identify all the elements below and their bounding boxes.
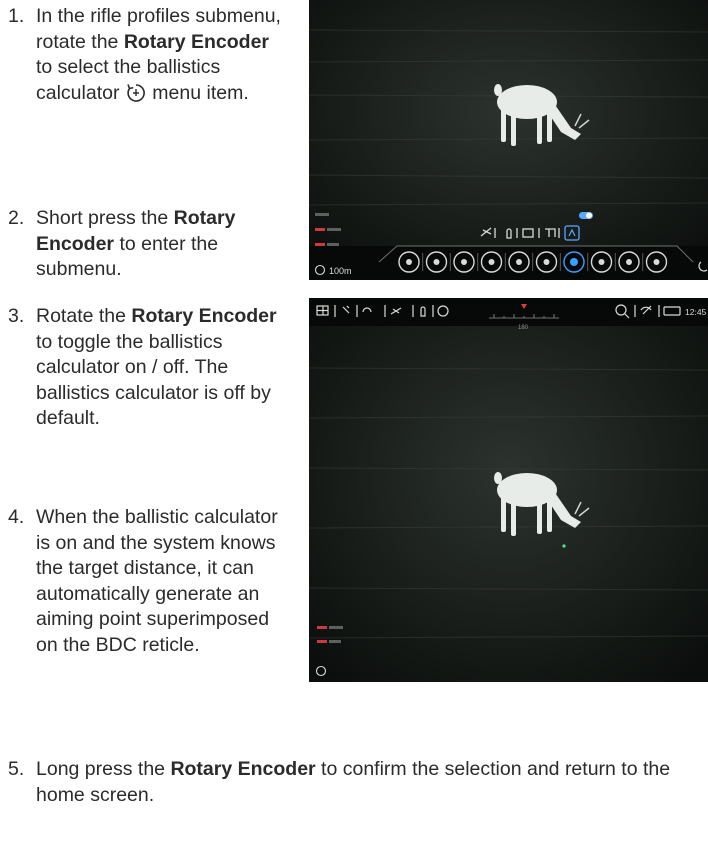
reticle-glyph <box>598 259 605 265</box>
step-text: Long press the Rotary Encoder to confirm… <box>36 758 671 806</box>
wifi-glyph <box>406 259 412 265</box>
time-readout: 12:45 <box>685 307 707 317</box>
step-number: 4. <box>8 506 25 528</box>
rotary-encoder-term: Rotary Encoder <box>123 30 270 53</box>
camera-glyph <box>516 259 522 265</box>
rotary-encoder-term: Rotary Encoder <box>170 758 316 780</box>
step-text: Short press the Rotary Encoder to enter … <box>36 207 236 280</box>
compass-value: 180 <box>518 325 529 331</box>
rotary-encoder-term: Rotary Encoder <box>131 305 277 327</box>
aiming-point <box>562 544 566 548</box>
thermal-screen-menu: 100m <box>309 0 708 280</box>
gallery-glyph <box>626 259 632 265</box>
range-readout: 100m <box>329 266 352 276</box>
ballistics-glyph <box>570 258 578 266</box>
step-number: 3. <box>8 305 25 327</box>
step-text: Rotate the Rotary Encoder to toggle the … <box>36 305 277 429</box>
step-text: When the ballistic calculator is on and … <box>36 506 278 656</box>
step-number: 2. <box>8 207 25 229</box>
step-text: In the rifle profiles submenu, rotate th… <box>36 5 281 104</box>
night-mode-glyph <box>488 259 495 265</box>
settings-glyph <box>653 259 660 265</box>
microphone-glyph <box>461 259 467 265</box>
step-number: 1. <box>8 5 25 27</box>
thermal-screen-home: 12:45 180 <box>309 298 708 682</box>
compass-glyph <box>433 259 440 265</box>
ballistics-calculator-icon <box>127 83 145 102</box>
cloud-glyph <box>543 259 550 265</box>
step-number: 5. <box>8 758 25 780</box>
